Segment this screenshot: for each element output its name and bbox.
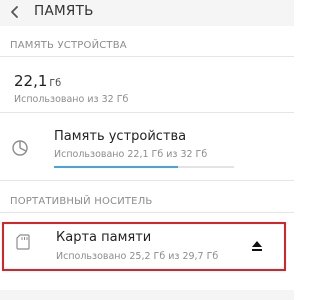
divider	[0, 56, 294, 57]
eject-icon[interactable]	[251, 240, 263, 252]
section-label-device-storage: ПАМЯТЬ УСТРОЙСТВА	[10, 40, 127, 51]
divider	[0, 180, 294, 181]
storage-used-description: Использовано из 32 Гб	[14, 94, 129, 105]
device-storage-progress-bar	[54, 166, 234, 168]
storage-used-unit: Гб	[49, 78, 62, 89]
device-storage-progress-fill	[54, 166, 179, 168]
sd-card-title: Карта памяти	[56, 230, 152, 245]
back-button[interactable]	[4, 0, 26, 24]
back-arrow-icon	[11, 6, 18, 18]
app-header: ПАМЯТЬ	[0, 0, 294, 26]
sd-card-description: Использовано 25,2 Гб из 29,7 Гб	[56, 251, 219, 262]
sd-card-icon	[16, 234, 30, 250]
device-storage-description: Использовано 22,1 Гб из 32 Гб	[54, 149, 208, 160]
pie-chart-icon	[12, 140, 28, 156]
page-title: ПАМЯТЬ	[34, 3, 94, 19]
section-label-portable-storage: ПОРТАТИВНЫЙ НОСИТЕЛЬ	[10, 196, 153, 207]
storage-used-summary: 22,1 Гб	[14, 72, 61, 90]
sd-card-item[interactable]: Карта памяти Использовано 25,2 Гб из 29,…	[2, 222, 286, 271]
divider	[0, 212, 294, 213]
storage-used-value: 22,1	[14, 72, 48, 90]
bottom-strip	[0, 290, 294, 300]
device-storage-title: Память устройства	[54, 129, 187, 144]
